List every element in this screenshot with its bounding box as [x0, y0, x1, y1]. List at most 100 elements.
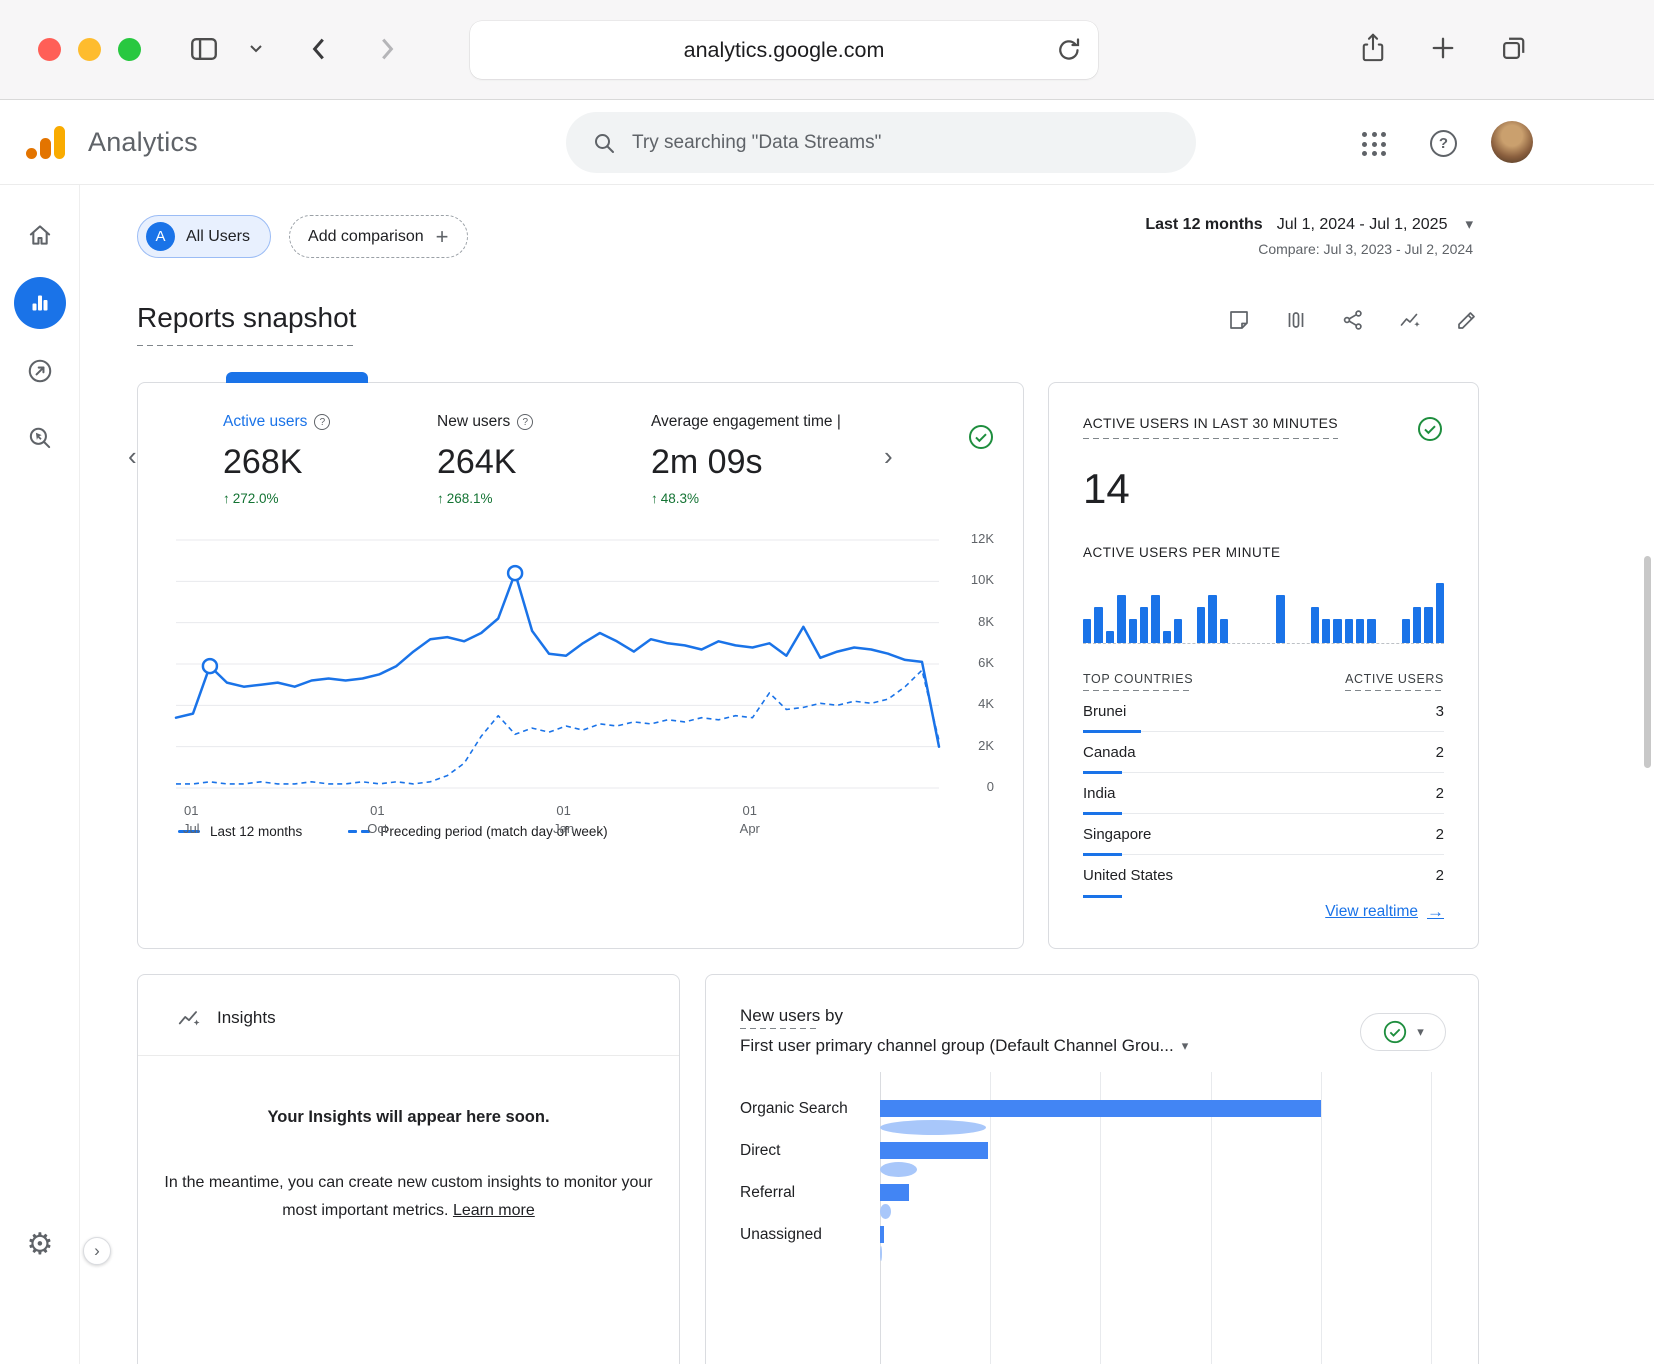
- minute-bar-slot: [1345, 619, 1353, 643]
- minute-bar-slot: [1276, 595, 1284, 643]
- avatar[interactable]: [1491, 121, 1533, 163]
- search-bar[interactable]: [566, 112, 1196, 173]
- minute-bar-slot: [1129, 619, 1137, 643]
- minute-bar: [1276, 595, 1284, 643]
- series-previous-period: [176, 670, 939, 784]
- sidebar-item-reports[interactable]: [0, 275, 79, 331]
- insights-description: In the meantime, you can create new cust…: [162, 1169, 655, 1225]
- share-icon[interactable]: [1358, 28, 1388, 71]
- close-window-button[interactable]: [38, 38, 61, 61]
- reports-icon: [14, 277, 66, 329]
- data-quality-check-icon[interactable]: [1416, 415, 1444, 443]
- new-tab-icon[interactable]: [1428, 32, 1458, 67]
- all-users-label: All Users: [186, 228, 250, 246]
- logo-dot: [26, 148, 37, 159]
- minute-bar-slot: [1311, 607, 1319, 643]
- channel-label: Unassigned: [740, 1226, 880, 1243]
- y-axis-label: 4K: [978, 696, 994, 711]
- data-quality-check-icon[interactable]: [967, 423, 995, 451]
- add-comparison-chip[interactable]: Add comparison +: [289, 215, 467, 258]
- page-scrollbar-thumb[interactable]: [1644, 556, 1651, 768]
- y-axis-label: 8K: [978, 614, 994, 629]
- insights-sparkle-icon[interactable]: [1398, 308, 1422, 332]
- channel-label: Referral: [740, 1184, 880, 1201]
- minimize-window-button[interactable]: [78, 38, 101, 61]
- sidebar-toggle-icon[interactable]: [186, 32, 222, 69]
- date-range-value: Jul 1, 2024 - Jul 1, 2025: [1277, 216, 1448, 234]
- chevron-down-icon: ▾: [1465, 215, 1473, 233]
- sidebar-item-home[interactable]: [0, 207, 79, 263]
- minute-bar-slot: [1106, 631, 1114, 643]
- minute-bar-slot: [1402, 619, 1410, 643]
- share-report-icon[interactable]: [1341, 308, 1365, 332]
- y-axis-label: 2K: [978, 738, 994, 753]
- channel-bars: [880, 1184, 1431, 1219]
- sidebar-item-explore[interactable]: [0, 343, 79, 399]
- top-countries-header: TOP COUNTRIES: [1083, 672, 1193, 691]
- y-axis: 02K4K6K8K10K12K: [949, 532, 994, 794]
- apps-grid-icon[interactable]: [1362, 132, 1386, 156]
- country-bar: [1083, 895, 1122, 898]
- forward-button[interactable]: [372, 32, 402, 69]
- chevron-down-icon: ▾: [1417, 1024, 1424, 1040]
- help-icon[interactable]: ?: [1430, 130, 1457, 157]
- users-line-chart: 02K4K6K8K10K12K 01Jul01Oct01Jan01Apr: [176, 532, 996, 794]
- country-row: United States 2: [1083, 855, 1444, 896]
- users-overview-card: ‹ Active users ? 268K ↑ 272.0%: [137, 382, 1024, 949]
- expand-nav-button[interactable]: ›: [83, 1237, 111, 1265]
- add-note-icon[interactable]: [1227, 308, 1251, 332]
- segment-avatar: A: [146, 222, 175, 251]
- country-row: Brunei 3: [1083, 691, 1444, 732]
- data-quality-dropdown[interactable]: ▾: [1360, 1013, 1446, 1051]
- minute-bar-slot: [1367, 619, 1375, 643]
- next-metrics-chevron[interactable]: ›: [884, 441, 893, 472]
- y-axis-label: 10K: [971, 572, 994, 587]
- metric-active-users[interactable]: Active users ? 268K ↑ 272.0%: [223, 413, 437, 506]
- previous-metrics-chevron[interactable]: ‹: [128, 441, 137, 472]
- realtime-title: ACTIVE USERS IN LAST 30 MINUTES: [1083, 415, 1338, 439]
- metric-value: 264K: [437, 443, 651, 482]
- metric-value: 268K: [223, 443, 437, 482]
- dimension-dropdown[interactable]: First user primary channel group (Defaul…: [740, 1036, 1188, 1056]
- active-users-30min-value: 14: [1083, 465, 1444, 513]
- fullscreen-window-button[interactable]: [118, 38, 141, 61]
- learn-more-link[interactable]: Learn more: [453, 1202, 535, 1219]
- active-tab-indicator: [226, 372, 368, 383]
- settings-gear-icon[interactable]: ⚙: [0, 1227, 80, 1262]
- back-button[interactable]: [304, 32, 334, 69]
- date-range-selector[interactable]: Last 12 months Jul 1, 2024 - Jul 1, 2025…: [1145, 215, 1479, 257]
- app-window: analytics.google.com: [0, 0, 1654, 1364]
- all-users-chip[interactable]: A All Users: [137, 215, 271, 258]
- metric-label: Active users: [223, 413, 307, 431]
- edit-pencil-icon[interactable]: [1455, 308, 1479, 332]
- add-comparison-label: Add comparison: [308, 228, 424, 246]
- google-analytics-logo[interactable]: [26, 125, 66, 159]
- main-content: A All Users Add comparison + Last 12 mon…: [80, 185, 1654, 1364]
- minute-bar: [1220, 619, 1228, 643]
- date-range-preset: Last 12 months: [1145, 216, 1262, 234]
- previous-period-bar: [880, 1120, 986, 1135]
- metric-engagement-time[interactable]: Average engagement time | 2m 09s ↑ 48.3%: [651, 413, 891, 506]
- current-period-bar: [880, 1226, 884, 1243]
- search-icon: [592, 131, 616, 155]
- metric-tabs: ‹ Active users ? 268K ↑ 272.0%: [166, 413, 995, 506]
- search-input[interactable]: [632, 132, 1170, 154]
- minute-bar-slot: [1413, 607, 1421, 643]
- home-icon: [26, 221, 54, 249]
- country-row: Canada 2: [1083, 732, 1444, 773]
- view-realtime-link[interactable]: View realtime →: [1325, 902, 1444, 922]
- channel-row: Organic Search: [740, 1100, 1444, 1135]
- minute-bar: [1151, 595, 1159, 643]
- insights-header: Insights: [138, 975, 679, 1056]
- channel-bars: [880, 1142, 1431, 1177]
- reload-icon[interactable]: [1054, 34, 1084, 69]
- comparison-icon[interactable]: [1284, 308, 1308, 332]
- minute-bar: [1345, 619, 1353, 643]
- minute-bar: [1129, 619, 1137, 643]
- metric-new-users[interactable]: New users ? 264K ↑ 268.1%: [437, 413, 651, 506]
- tab-overview-icon[interactable]: [1498, 32, 1530, 67]
- minute-bar-slot: [1333, 619, 1341, 643]
- chevron-down-icon[interactable]: [246, 40, 266, 61]
- url-bar[interactable]: analytics.google.com: [470, 21, 1098, 79]
- sidebar-item-advertising[interactable]: [0, 411, 79, 467]
